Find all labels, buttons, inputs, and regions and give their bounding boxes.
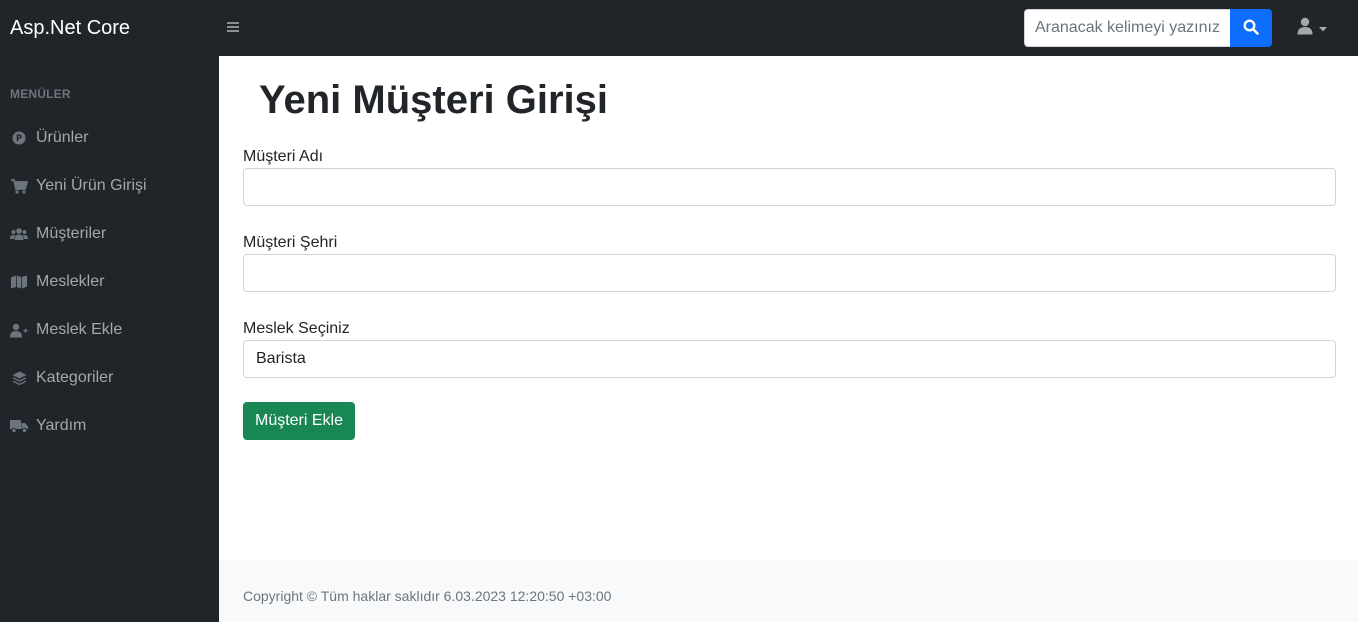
sidebar-item-label: Meslek Ekle [36, 321, 123, 338]
sidebar-toggle-icon[interactable] [226, 18, 242, 38]
sidebar-item-label: Yardım [36, 417, 87, 434]
sidebar-item-musteriler[interactable]: Müşteriler [10, 222, 106, 246]
customer-city-input[interactable] [243, 254, 1336, 292]
sidebar-item-label: Kategoriler [36, 369, 114, 386]
sidebar-item-yardim[interactable]: Yardım [10, 414, 86, 438]
add-customer-button[interactable]: Müşteri Ekle [243, 402, 355, 440]
search-input[interactable] [1024, 9, 1230, 47]
brand-title[interactable]: Asp.Net Core [10, 16, 130, 40]
cart-icon [10, 178, 28, 194]
sidebar-item-urunler[interactable]: P Ürünler [10, 126, 88, 150]
chevron-down-icon [1319, 19, 1327, 37]
sidebar: MENÜLER P Ürünler Yeni Ürün Girişi Müşte… [0, 56, 219, 622]
main-content: Yeni Müşteri Girişi Müşteri Adı Müşteri … [219, 56, 1358, 560]
copyright-text: Copyright © Tüm haklar saklıdır 6.03.202… [243, 588, 612, 604]
user-plus-icon [10, 322, 28, 338]
truck-icon [10, 418, 28, 434]
product-icon: P [10, 130, 28, 146]
user-dropdown[interactable] [1297, 17, 1331, 40]
customer-name-input[interactable] [243, 168, 1336, 206]
job-select-value: Barista [256, 350, 306, 367]
top-navbar: Asp.Net Core [0, 0, 1358, 56]
sidebar-item-kategoriler[interactable]: Kategoriler [10, 366, 113, 390]
sidebar-item-meslek-ekle[interactable]: Meslek Ekle [10, 318, 122, 342]
layers-icon [10, 370, 28, 386]
map-icon [10, 274, 28, 290]
search-button[interactable] [1230, 9, 1272, 47]
search-group [1024, 9, 1272, 47]
customer-name-label: Müşteri Adı [243, 148, 324, 165]
sidebar-item-label: Müşteriler [36, 225, 107, 242]
search-icon [1243, 18, 1259, 38]
sidebar-item-label: Yeni Ürün Girişi [36, 177, 147, 194]
sidebar-item-label: Meslekler [36, 273, 105, 290]
job-select-label: Meslek Seçiniz [243, 320, 350, 337]
customer-city-label: Müşteri Şehri [243, 234, 338, 251]
user-icon [1297, 17, 1313, 40]
svg-text:P: P [16, 134, 22, 144]
page-title: Yeni Müşteri Girişi [259, 78, 609, 122]
sidebar-item-label: Ürünler [36, 129, 89, 146]
job-select[interactable]: Barista [243, 340, 1336, 378]
sidebar-heading: MENÜLER [10, 87, 71, 101]
sidebar-item-meslekler[interactable]: Meslekler [10, 270, 104, 294]
footer: Copyright © Tüm haklar saklıdır 6.03.202… [219, 560, 1358, 622]
sidebar-item-yeni-urun-girisi[interactable]: Yeni Ürün Girişi [10, 174, 147, 198]
users-icon [10, 226, 28, 242]
